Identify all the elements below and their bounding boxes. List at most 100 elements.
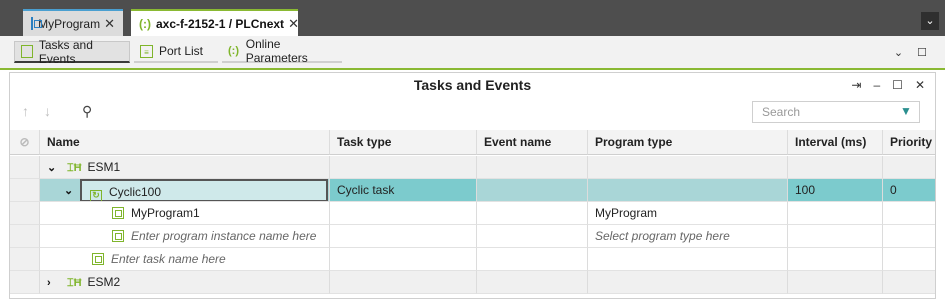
search-input[interactable]: Search ▼ (752, 101, 920, 123)
esm2-label: ESM2 (87, 275, 121, 289)
minimize-icon[interactable]: – (873, 78, 880, 92)
move-down-icon[interactable]: ↓ (44, 103, 51, 119)
chevron-right-icon[interactable]: › (47, 272, 61, 293)
column-event-name[interactable]: Event name (477, 130, 588, 155)
table-row[interactable]: ⌄ ⌶Ħ ESM1 (10, 156, 935, 179)
row-gutter (10, 202, 40, 225)
esm1-label: ESM1 (87, 160, 121, 174)
cyclic-label: Cyclic100 (109, 185, 162, 199)
cell (788, 248, 883, 271)
close-icon[interactable]: ✕ (288, 16, 299, 32)
editor-tab-bar: Tasks and Events ≡ Port List (:) Online … (0, 36, 945, 70)
cyclic-program-type[interactable] (588, 179, 788, 202)
cell (883, 156, 935, 179)
cell (883, 225, 935, 248)
row-gutter (10, 225, 40, 248)
table-row[interactable]: MyProgram1 MyProgram (10, 202, 935, 225)
cell (788, 202, 883, 225)
maximize-icon[interactable]: ☐ (892, 78, 903, 92)
filter-icon[interactable]: ▼ (900, 104, 914, 118)
cell (883, 271, 935, 294)
document-tab-bar: MyProgram ✕ (:) axc-f-2152-1 / PLCnext ✕… (0, 0, 945, 36)
cell (883, 202, 935, 225)
new-instance-program-type-select[interactable]: Select program type here (588, 225, 788, 248)
pin-icon[interactable]: ⇥ (851, 78, 861, 92)
tasks-icon (21, 45, 33, 58)
cell (330, 202, 477, 225)
column-name[interactable]: Name (40, 130, 330, 155)
cell (588, 156, 788, 179)
cyclic-task-type[interactable]: Cyclic task (330, 179, 477, 202)
tab-online-parameters[interactable]: (:) Online Parameters (222, 37, 342, 65)
cell (788, 271, 883, 294)
new-instance-placeholder: Enter program instance name here (131, 229, 317, 243)
close-icon[interactable]: ✕ (104, 16, 115, 32)
plcnext-icon: (:) (139, 16, 151, 31)
table-row-new-task[interactable]: Enter task name here (10, 248, 935, 271)
close-icon[interactable]: ✕ (915, 78, 925, 92)
chevron-down-icon[interactable]: ⌄ (47, 157, 61, 178)
program-type-cell[interactable]: MyProgram (588, 202, 788, 225)
cell (588, 271, 788, 294)
cell (477, 225, 588, 248)
filter-column-icon[interactable]: ⊘ (10, 130, 40, 155)
program-instance-name-cell[interactable]: MyProgram1 (40, 202, 330, 225)
search-placeholder: Search (762, 105, 801, 119)
cell (330, 248, 477, 271)
restore-icon[interactable]: ☐ (917, 46, 927, 59)
cell (788, 156, 883, 179)
editor-controls: ⌄ ☐ (894, 46, 927, 59)
tab-label: Online Parameters (245, 37, 308, 65)
row-gutter (10, 271, 40, 294)
grid-header: ⊘ Name Task type Event name Program type… (10, 130, 935, 155)
tab-myprogram[interactable]: MyProgram ✕ (23, 9, 123, 36)
cell (477, 271, 588, 294)
new-task-placeholder: Enter task name here (111, 252, 226, 266)
cyclic-interval[interactable]: 100 (788, 179, 883, 202)
esm1-name-cell[interactable]: ⌄ ⌶Ħ ESM1 (40, 156, 330, 179)
cell (477, 248, 588, 271)
task-icon (92, 253, 104, 265)
column-interval[interactable]: Interval (ms) (788, 130, 883, 155)
move-up-icon[interactable]: ↑ (22, 103, 29, 119)
tab-label: Port List (159, 44, 204, 58)
cell (588, 248, 788, 271)
program-instance-icon (112, 207, 124, 219)
cyclic-priority[interactable]: 0 (883, 179, 935, 202)
table-row-new-instance[interactable]: Enter program instance name here Select … (10, 225, 935, 248)
new-instance-name-input[interactable]: Enter program instance name here (40, 225, 330, 248)
row-gutter (10, 156, 40, 179)
list-icon: ≡ (140, 44, 153, 58)
cyclic-name-cell[interactable]: ⌄ ↻ Cyclic100 (40, 179, 330, 202)
column-priority[interactable]: Priority (883, 130, 935, 155)
cyclic-task-editor[interactable]: ↻ Cyclic100 (80, 179, 328, 201)
tab-list-chevron-icon[interactable]: ⌄ (921, 12, 939, 30)
program-icon (31, 17, 43, 30)
program-instance-icon (112, 230, 124, 242)
cell (477, 202, 588, 225)
tab-tasks-and-events[interactable]: Tasks and Events (14, 37, 130, 66)
cell (330, 225, 477, 248)
column-program-type[interactable]: Program type (588, 130, 788, 155)
search-icon[interactable]: ⚲ (82, 103, 92, 120)
cyclic-event-name[interactable] (477, 179, 588, 202)
new-task-name-input[interactable]: Enter task name here (40, 248, 330, 271)
cyclic-task-icon: ↻ (90, 190, 102, 201)
tab-plcnext[interactable]: (:) axc-f-2152-1 / PLCnext ✕ (131, 9, 299, 36)
table-row-selected[interactable]: ⌄ ↻ Cyclic100 Cyclic task 100 0 (10, 179, 935, 202)
tab-label: Tasks and Events (38, 37, 93, 66)
cell (883, 248, 935, 271)
cell (330, 271, 477, 294)
tab-port-list[interactable]: ≡ Port List (134, 41, 218, 63)
chevron-down-icon[interactable]: ⌄ (894, 46, 903, 59)
tasks-and-events-panel: Tasks and Events ⇥ – ☐ ✕ ↑ ↓ ⚲ Search ▼ … (9, 72, 936, 299)
table-row[interactable]: › ⌶Ħ ESM2 (10, 271, 935, 294)
program-instance-label: MyProgram1 (131, 206, 200, 220)
column-task-type[interactable]: Task type (330, 130, 477, 155)
cell (330, 156, 477, 179)
chevron-down-icon[interactable]: ⌄ (64, 180, 78, 201)
row-gutter (10, 179, 40, 202)
panel-title: Tasks and Events (413, 77, 532, 93)
esm2-name-cell[interactable]: › ⌶Ħ ESM2 (40, 271, 330, 294)
tab-label: MyProgram (38, 16, 101, 31)
